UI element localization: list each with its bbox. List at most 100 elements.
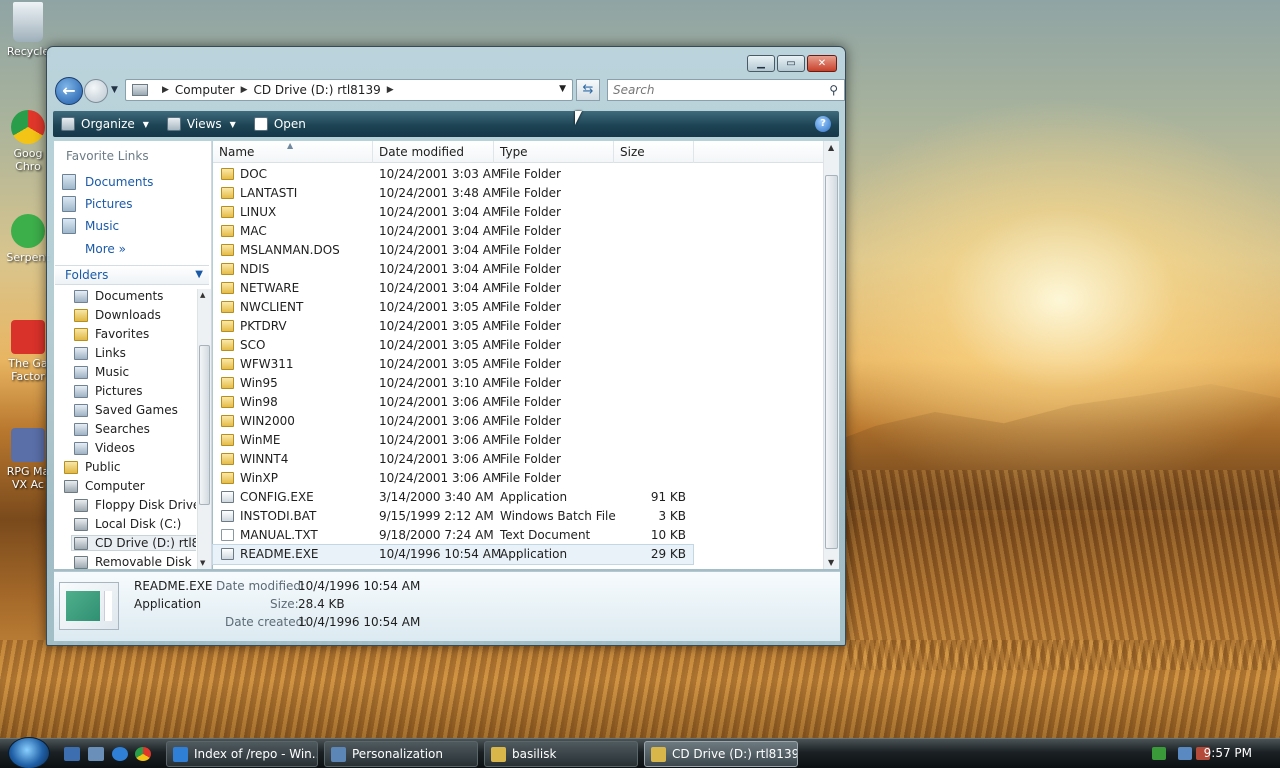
more-links-button[interactable]: More » <box>85 242 126 256</box>
tree-item-pictures[interactable]: Pictures <box>74 384 143 398</box>
file-row[interactable]: WinXP 10/24/2001 3:06 AM File Folder <box>213 469 693 488</box>
tree-item-favorites[interactable]: Favorites <box>74 327 149 341</box>
address-dropdown-icon[interactable]: ▼ <box>559 84 566 94</box>
details-size-value: 28.4 KB <box>298 597 345 611</box>
column-header-type[interactable]: Type <box>494 141 614 163</box>
file-row[interactable]: NWCLIENT 10/24/2001 3:05 AM File Folder <box>213 298 693 317</box>
close-button[interactable]: ✕ <box>807 55 837 72</box>
file-row[interactable]: WinME 10/24/2001 3:06 AM File Folder <box>213 431 693 450</box>
tree-item-computer[interactable]: Computer <box>64 479 145 493</box>
breadcrumb-cd-drive[interactable]: CD Drive (D:) rtl8139 <box>254 83 381 97</box>
file-row[interactable]: WINNT4 10/24/2001 3:06 AM File Folder <box>213 450 693 469</box>
folder-icon <box>221 225 234 237</box>
network-icon[interactable] <box>1178 747 1192 760</box>
file-row[interactable]: README.EXE 10/4/1996 10:54 AM Application 2… <box>212 544 694 565</box>
file-row[interactable]: WIN2000 10/24/2001 3:06 AM File Folder <box>213 412 693 431</box>
column-header-name[interactable]: Name ▲ <box>213 141 373 163</box>
search-input[interactable]: Search ⚲ <box>607 79 845 101</box>
tree-item-label: CD Drive (D:) rtl813 <box>95 536 196 550</box>
file-row[interactable]: DOC 10/24/2001 3:03 AM File Folder <box>213 165 693 184</box>
file-type-cell: File Folder <box>500 357 561 371</box>
file-name: CONFIG.EXE <box>240 490 314 504</box>
taskbar-button-personalization[interactable]: Personalization <box>324 741 478 767</box>
scroll-down-icon[interactable]: ▼ <box>200 559 205 567</box>
address-bar[interactable]: ▶ Computer ▶ CD Drive (D:) rtl8139 ▶ ▼ <box>125 79 573 101</box>
file-icon <box>221 491 234 503</box>
details-modified-label: Date modified: <box>216 579 306 593</box>
taskbar-button-cd-drive[interactable]: CD Drive (D:) rtl8139 <box>644 741 798 767</box>
file-type-cell: File Folder <box>500 319 561 333</box>
breadcrumb-separator-icon[interactable]: ▶ <box>241 85 248 95</box>
minimize-button[interactable]: ▁ <box>747 55 775 72</box>
safely-remove-icon[interactable] <box>1152 747 1166 760</box>
file-row[interactable]: NETWARE 10/24/2001 3:04 AM File Folder <box>213 279 693 298</box>
file-row[interactable]: CONFIG.EXE 3/14/2000 3:40 AM Application 91… <box>213 488 693 507</box>
favorite-link-documents[interactable]: Documents <box>62 174 153 190</box>
tree-item-local-disk[interactable]: Local Disk (C:) <box>74 517 181 531</box>
recent-pages-dropdown[interactable]: ▼ <box>111 85 118 95</box>
tree-item-searches[interactable]: Searches <box>74 422 150 436</box>
open-button[interactable]: Open <box>253 117 306 131</box>
file-thumbnail <box>59 582 119 630</box>
scroll-down-icon[interactable]: ▼ <box>828 558 834 567</box>
file-row[interactable]: LINUX 10/24/2001 3:04 AM File Folder <box>213 203 693 222</box>
help-button[interactable]: ? <box>815 116 831 132</box>
caption-buttons: ▁ ▭ ✕ <box>747 55 837 72</box>
tree-item-videos[interactable]: Videos <box>74 441 135 455</box>
switch-windows-icon[interactable] <box>88 747 104 761</box>
back-button[interactable]: ← <box>55 77 83 105</box>
breadcrumb-computer[interactable]: Computer <box>175 83 235 97</box>
file-list-scrollbar[interactable]: ▲ ▼ <box>823 141 839 569</box>
favorite-link-music[interactable]: Music <box>62 218 119 234</box>
views-button[interactable]: Views ▼ <box>166 117 236 131</box>
file-row[interactable]: NDIS 10/24/2001 3:04 AM File Folder <box>213 260 693 279</box>
taskbar-button-ie[interactable]: Index of /repo - Win... <box>166 741 318 767</box>
file-row[interactable]: MSLANMAN.DOS 10/24/2001 3:04 AM File Folde… <box>213 241 693 260</box>
breadcrumb-separator-icon[interactable]: ▶ <box>387 85 394 95</box>
file-row[interactable]: PKTDRV 10/24/2001 3:05 AM File Folder <box>213 317 693 336</box>
scrollbar-thumb[interactable] <box>199 345 210 505</box>
taskbar-button-label: Personalization <box>352 747 443 761</box>
show-desktop-icon[interactable] <box>64 747 80 761</box>
file-row[interactable]: SCO 10/24/2001 3:05 AM File Folder <box>213 336 693 355</box>
file-name: Win98 <box>240 395 278 409</box>
chrome-icon[interactable] <box>135 747 151 761</box>
tree-item-music[interactable]: Music <box>74 365 129 379</box>
breadcrumb-separator-icon[interactable]: ▶ <box>162 85 169 95</box>
file-row[interactable]: MANUAL.TXT 9/18/2000 7:24 AM Text Document… <box>213 526 693 545</box>
tree-item-label: Documents <box>95 289 164 303</box>
column-header-size[interactable]: Size <box>614 141 694 163</box>
folders-header[interactable]: Folders ▼ <box>55 265 209 285</box>
tree-item-downloads[interactable]: Downloads <box>74 308 161 322</box>
refresh-button[interactable]: ⇆ <box>576 79 600 101</box>
tree-item-saved-games[interactable]: Saved Games <box>74 403 178 417</box>
search-icon[interactable]: ⚲ <box>829 83 838 97</box>
tree-item-documents[interactable]: Documents <box>74 289 163 303</box>
tree-item-floppy[interactable]: Floppy Disk Drive ( <box>74 498 196 512</box>
scrollbar-thumb[interactable] <box>825 175 838 549</box>
internet-explorer-icon[interactable] <box>112 747 128 761</box>
file-row[interactable]: MAC 10/24/2001 3:04 AM File Folder <box>213 222 693 241</box>
scroll-up-icon[interactable]: ▲ <box>200 291 205 299</box>
file-row[interactable]: INSTODI.BAT 9/15/1999 2:12 AM Windows Batc… <box>213 507 693 526</box>
file-row[interactable]: Win95 10/24/2001 3:10 AM File Folder <box>213 374 693 393</box>
taskbar-clock[interactable]: 9:57 PM <box>1204 746 1252 760</box>
maximize-button[interactable]: ▭ <box>777 55 805 72</box>
column-header-date[interactable]: Date modified <box>373 141 494 163</box>
favorite-link-pictures[interactable]: Pictures <box>62 196 133 212</box>
taskbar-button-basilisk[interactable]: basilisk <box>484 741 638 767</box>
organize-button[interactable]: Organize ▼ <box>61 117 149 131</box>
forward-button[interactable] <box>84 79 108 103</box>
file-row[interactable]: WFW311 10/24/2001 3:05 AM File Folder <box>213 355 693 374</box>
scroll-up-icon[interactable]: ▲ <box>828 143 834 152</box>
tree-item-cd-drive[interactable]: CD Drive (D:) rtl813 <box>71 535 196 551</box>
folder-tree-scrollbar[interactable]: ▲ ▼ <box>197 289 211 569</box>
file-row[interactable]: Win98 10/24/2001 3:06 AM File Folder <box>213 393 693 412</box>
start-button[interactable] <box>8 737 50 768</box>
tree-item-public[interactable]: Public <box>64 460 121 474</box>
file-date-cell: 10/24/2001 3:06 AM <box>379 395 502 409</box>
file-name-cell: WIN2000 <box>221 414 295 428</box>
file-row[interactable]: LANTASTI 10/24/2001 3:48 AM File Folder <box>213 184 693 203</box>
tree-item-removable-disk[interactable]: Removable Disk (E <box>74 555 196 569</box>
tree-item-links[interactable]: Links <box>74 346 126 360</box>
